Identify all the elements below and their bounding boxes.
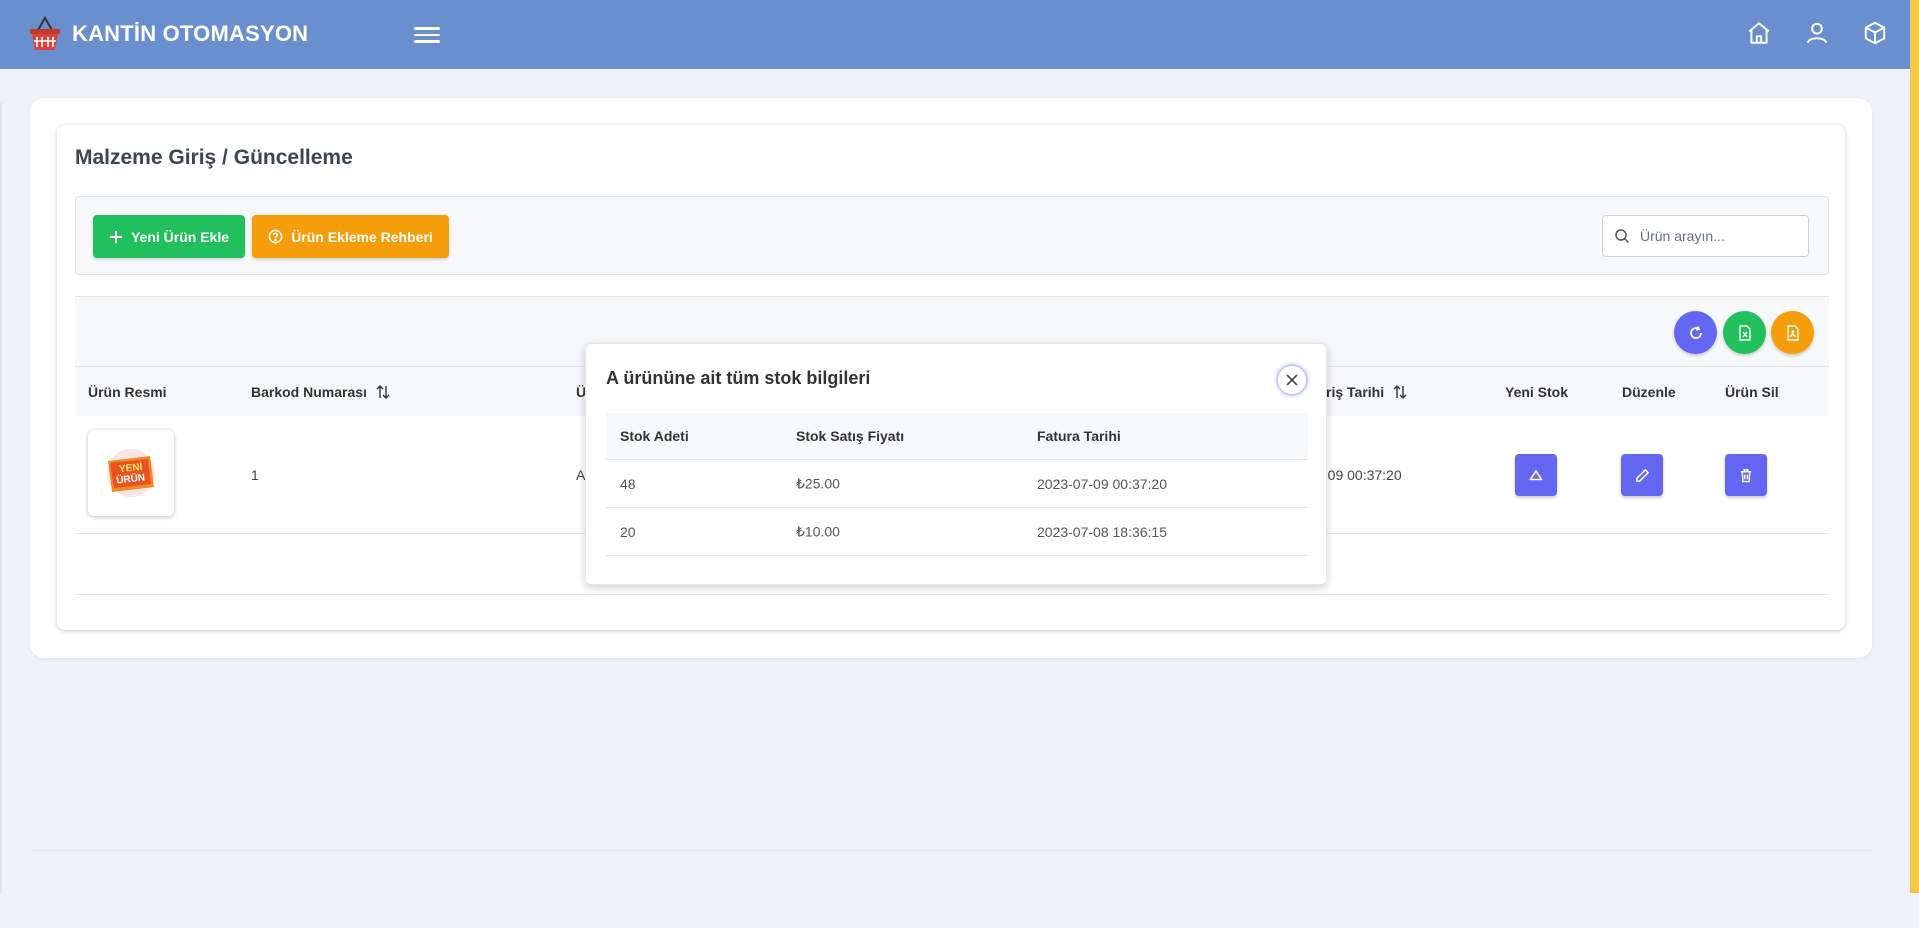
col-header-delete: Ürün Sil [1725, 384, 1779, 400]
modal-title: A ürününe ait tüm stok bilgileri [606, 368, 871, 388]
add-product-button[interactable]: Yeni Ürün Ekle [93, 215, 245, 258]
close-button[interactable] [1276, 364, 1308, 396]
col-header-new-stock: Yeni Stok [1505, 384, 1568, 400]
stock-table: Stok Adeti Stok Satış Fiyatı Fatura Tari… [606, 413, 1308, 556]
col-header-date: riş Tarihi [1326, 384, 1408, 400]
pencil-icon [1635, 468, 1649, 482]
edit-button[interactable] [1621, 454, 1663, 496]
right-scroll-strip [1910, 0, 1919, 893]
stock-row: 48 ₺25.00 2023-07-09 00:37:20 [606, 460, 1308, 508]
home-icon[interactable] [1746, 20, 1772, 46]
pdf-export-button[interactable] [1771, 311, 1814, 354]
col-header-edit-label: Düzenle [1622, 384, 1676, 400]
barcode-cell: 1 [251, 467, 259, 483]
stock-row: 20 ₺10.00 2023-07-08 18:36:15 [606, 508, 1308, 556]
user-icon[interactable] [1804, 20, 1830, 46]
brand[interactable]: KANTİN OTOMASYON [28, 16, 308, 52]
product-name-cell: A [576, 467, 586, 483]
search-input[interactable] [1640, 228, 1800, 244]
col-header-barcode-label: Barkod Numarası [251, 384, 367, 400]
product-image[interactable]: YENİ ÜRÜN [88, 430, 174, 516]
plus-icon [109, 230, 122, 243]
col-invoice-date: Fatura Tarihi [1037, 428, 1121, 444]
excel-export-button[interactable] [1723, 311, 1766, 354]
invoice-date-cell: 2023-07-08 18:36:15 [1037, 523, 1167, 540]
product-guide-button[interactable]: Ürün Ekleme Rehberi [252, 215, 449, 258]
new-product-badge-image: YENİ ÜRÜN [107, 449, 155, 497]
new-stock-button[interactable] [1515, 454, 1557, 496]
pdf-export-icon [1786, 324, 1799, 341]
sort-icon[interactable] [1392, 384, 1408, 400]
col-header-date-label: riş Tarihi [1326, 384, 1385, 400]
stock-qty-cell: 48 [620, 475, 636, 492]
col-header-edit: Düzenle [1622, 384, 1676, 400]
help-circle-icon [268, 229, 283, 244]
invoice-date-cell: 2023-07-09 00:37:20 [1037, 475, 1167, 492]
sort-icon[interactable] [375, 384, 391, 400]
basket-icon [30, 16, 60, 50]
table-footer-divider [75, 594, 1829, 595]
box-icon[interactable] [1862, 20, 1888, 46]
brand-title: KANTİN OTOMASYON [72, 21, 309, 46]
refresh-button[interactable] [1674, 311, 1717, 354]
page-footer-divider [30, 850, 1872, 851]
page-title: Malzeme Giriş / Güncelleme [75, 146, 353, 169]
menu-toggle-icon[interactable] [414, 24, 440, 46]
col-header-barcode: Barkod Numarası [251, 384, 391, 400]
trash-icon [1740, 468, 1752, 482]
stock-qty-cell: 20 [620, 523, 636, 540]
col-header-image: Ürün Resmi [88, 384, 167, 400]
col-header-delete-label: Ürün Sil [1725, 384, 1779, 400]
col-header-new-stock-label: Yeni Stok [1505, 384, 1569, 400]
col-stock-price: Stok Satış Fiyatı [796, 428, 905, 444]
add-product-label: Yeni Ürün Ekle [130, 228, 230, 245]
excel-export-icon [1738, 324, 1751, 341]
refresh-icon [1689, 325, 1702, 339]
search-icon [1615, 229, 1630, 244]
delete-button[interactable] [1725, 454, 1767, 496]
col-header-image-label: Ürün Resmi [88, 384, 167, 400]
product-guide-label: Ürün Ekleme Rehberi [291, 228, 433, 245]
close-icon [1286, 374, 1298, 386]
triangle-up-icon [1529, 469, 1543, 481]
top-navbar: KANTİN OTOMASYON [0, 0, 1910, 69]
col-stock-qty: Stok Adeti [620, 428, 689, 444]
stock-table-header: Stok Adeti Stok Satış Fiyatı Fatura Tari… [606, 413, 1308, 460]
entry-date-cell: -09 00:37:20 [1323, 467, 1402, 483]
stock-price-cell: ₺25.00 [796, 475, 840, 491]
stock-price-cell: ₺10.00 [796, 523, 840, 539]
stock-info-modal: A ürününe ait tüm stok bilgileri Stok Ad… [585, 343, 1327, 585]
search-box [1602, 215, 1809, 257]
left-divider [0, 103, 2, 893]
